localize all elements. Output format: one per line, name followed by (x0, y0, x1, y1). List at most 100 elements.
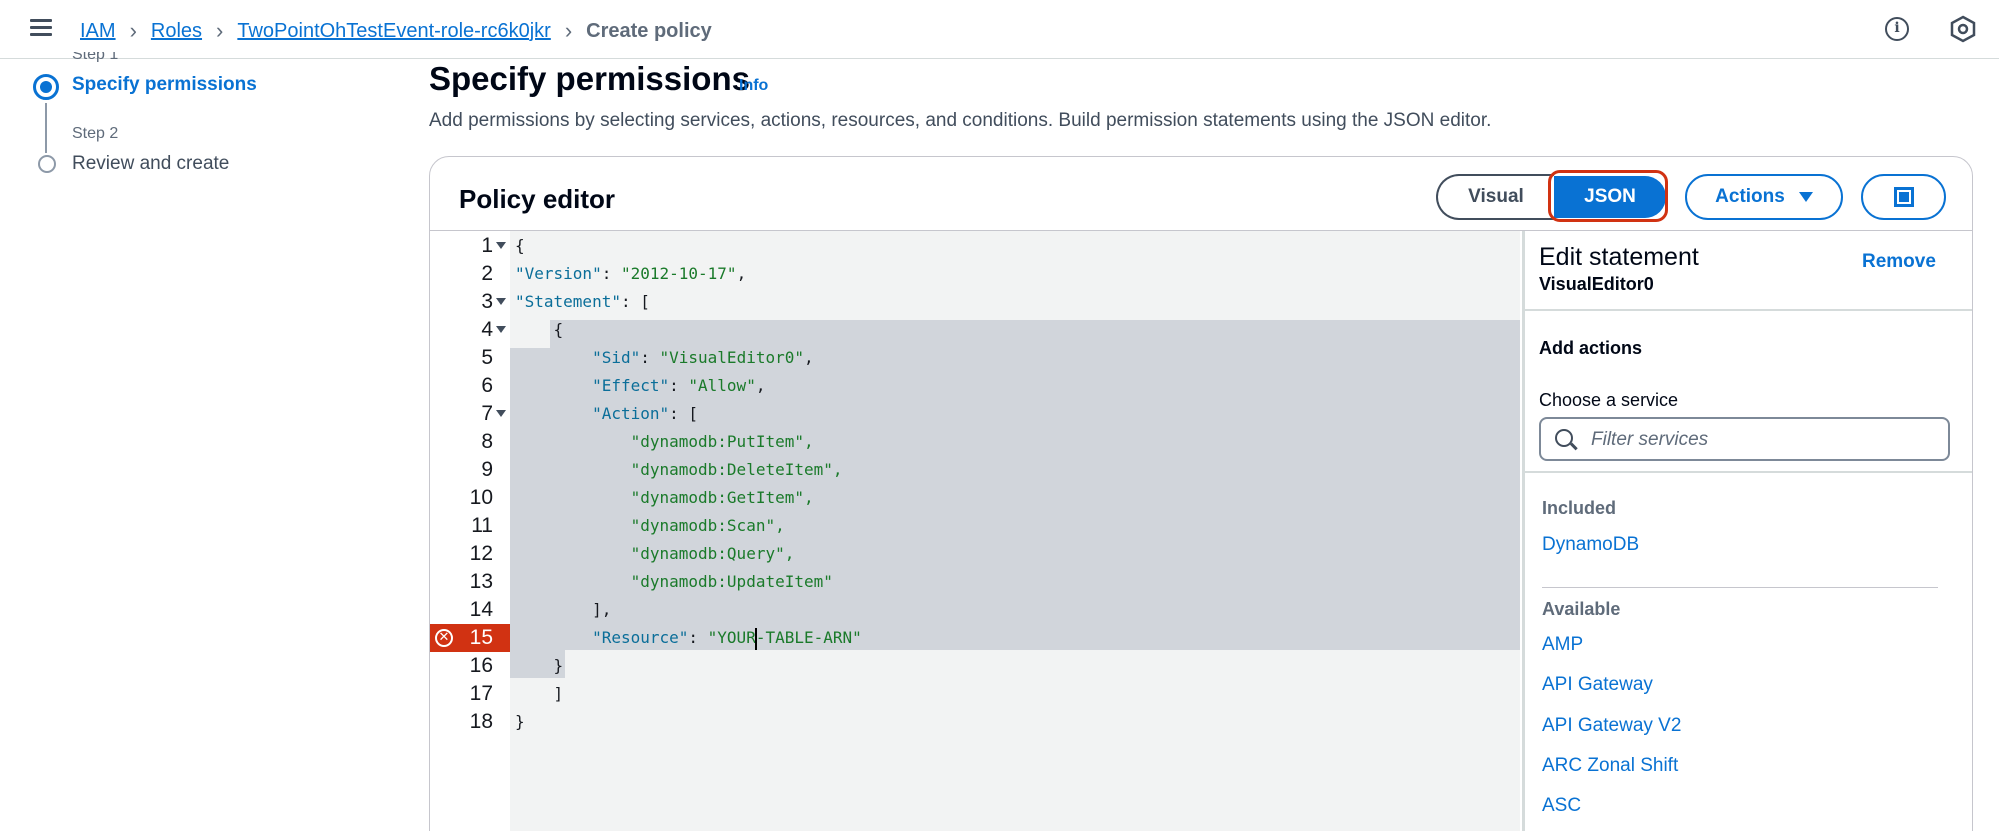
code-text: "dynamodb:GetItem", (515, 488, 814, 507)
code-line: 4 { (430, 316, 1520, 344)
code-line: 7 "Action": [ (430, 400, 1520, 428)
toggle-panel-button[interactable] (1861, 174, 1946, 220)
line-number: 6 (481, 374, 493, 397)
service-dynamodb[interactable]: DynamoDB (1542, 534, 1639, 556)
step2-label: Review and create (72, 153, 230, 174)
statement-sid: VisualEditor0 (1539, 274, 1654, 294)
policy-editor-title: Policy editor (459, 184, 616, 214)
breadcrumb-role[interactable]: TwoPointOhTestEvent-role-rc6k0jkr (237, 20, 550, 43)
error-icon[interactable]: ✕ (435, 629, 453, 647)
line-number: 2 (481, 262, 493, 285)
code-text: ] (515, 684, 564, 703)
line-number: 10 (469, 486, 493, 509)
page-description: Add permissions by selecting services, a… (429, 110, 1492, 131)
divider (1542, 587, 1938, 588)
line-number: 11 (471, 514, 493, 537)
text-cursor (754, 627, 757, 650)
code-text: "Action": [ (592, 404, 699, 423)
actions-dropdown-button[interactable]: Actions (1685, 174, 1843, 220)
code-line-error: 15 ✕ "Resource": "YOUR-TABLE-ARN" (430, 624, 1520, 652)
line-number: 12 (469, 542, 493, 565)
code-line: 12 "dynamodb:Query", (430, 540, 1520, 568)
chevron-right-icon: › (216, 18, 224, 43)
line-number: 16 (469, 654, 493, 677)
code-line: 16 } (430, 652, 1520, 680)
step1-label[interactable]: Specify permissions (72, 74, 257, 96)
line-number: 5 (481, 346, 493, 369)
step1-active-indicator (33, 74, 59, 100)
code-text: "Resource": "YOUR-TABLE-ARN" (515, 624, 862, 652)
line-number: 4 (481, 318, 493, 341)
code-line: 17 ] (430, 680, 1520, 708)
step-connector (45, 103, 47, 153)
fold-arrow-icon[interactable] (496, 298, 506, 305)
line-number: 8 (481, 430, 493, 453)
code-line: 9 "dynamodb:DeleteItem", (430, 456, 1520, 484)
code-text: { (515, 236, 525, 255)
line-number: 7 (481, 402, 493, 425)
fold-arrow-icon[interactable] (496, 326, 506, 333)
code-text: "Effect": "Allow", (592, 376, 766, 395)
service-api-gateway[interactable]: API Gateway (1542, 674, 1653, 696)
info-icon[interactable]: i (1885, 17, 1909, 41)
breadcrumb: IAM › Roles › TwoPointOhTestEvent-role-r… (80, 18, 712, 44)
step2-caption: Step 2 (72, 125, 119, 142)
actions-label: Actions (1715, 186, 1785, 207)
divider (1525, 471, 1972, 473)
filter-services-input[interactable] (1591, 425, 1941, 455)
edit-statement-title: Edit statement (1539, 243, 1699, 271)
code-text: "Version": "2012-10-17", (515, 264, 747, 283)
divider (1525, 309, 1972, 311)
editor-mode-toggle: Visual JSON (1436, 170, 1672, 222)
line-number: 1 (481, 234, 493, 257)
code-text: } (515, 656, 564, 675)
service-arc-zonal-shift[interactable]: ARC Zonal Shift (1542, 755, 1678, 777)
service-amp[interactable]: AMP (1542, 634, 1583, 656)
line-number: 3 (481, 290, 493, 313)
policy-editor-container: Policy editor Visual JSON Actions 1 { 2 … (429, 156, 1973, 831)
top-navigation-bar: IAM › Roles › TwoPointOhTestEvent-role-r… (0, 0, 1999, 59)
fold-arrow-icon[interactable] (496, 410, 506, 417)
code-text: "dynamodb:UpdateItem" (515, 572, 833, 591)
code-text: "Statement": [ (515, 292, 650, 311)
breadcrumb-iam[interactable]: IAM (80, 20, 116, 43)
code-text: "Sid": "VisualEditor0", (592, 348, 814, 367)
line-number: 14 (469, 598, 493, 621)
code-line: 10 "dynamodb:GetItem", (430, 484, 1520, 512)
line-number: 17 (469, 682, 493, 705)
step1-caption: Step 1 (72, 52, 119, 62)
edit-statement-panel: Edit statement VisualEditor0 Remove Add … (1522, 231, 1972, 831)
code-line: 13 "dynamodb:UpdateItem" (430, 568, 1520, 596)
fold-arrow-icon[interactable] (496, 242, 506, 249)
code-text: } (515, 712, 525, 731)
code-text: "dynamodb:Scan", (515, 516, 785, 535)
settings-hex-icon[interactable] (1950, 15, 1976, 43)
service-asc[interactable]: ASC (1542, 795, 1581, 817)
menu-icon[interactable] (30, 19, 52, 37)
remove-statement-button[interactable]: Remove (1862, 251, 1936, 273)
breadcrumb-roles[interactable]: Roles (151, 20, 202, 43)
info-link[interactable]: Info (739, 77, 768, 95)
code-line: 8 "dynamodb:PutItem", (430, 428, 1520, 456)
step2-indicator (38, 155, 56, 173)
service-api-gateway-v2[interactable]: API Gateway V2 (1542, 715, 1681, 737)
line-number: 9 (481, 458, 493, 481)
code-line: 6 "Effect": "Allow", (430, 372, 1520, 400)
included-label: Included (1542, 498, 1617, 518)
visual-mode-button[interactable]: Visual (1436, 174, 1554, 220)
chevron-right-icon: › (129, 18, 137, 43)
filter-services-field (1539, 417, 1950, 461)
chevron-right-icon: › (564, 18, 573, 43)
code-line: 1 { (430, 232, 1520, 260)
caret-down-icon (1798, 192, 1813, 202)
search-icon (1555, 429, 1573, 447)
json-mode-button[interactable]: JSON (1554, 176, 1666, 218)
line-number: 18 (469, 710, 493, 733)
code-line: 14 ], (430, 596, 1520, 624)
code-text: "dynamodb:DeleteItem", (515, 460, 843, 479)
choose-service-label: Choose a service (1539, 390, 1679, 410)
code-line: 3 "Statement": [ (430, 288, 1520, 316)
line-number: 13 (469, 570, 493, 593)
code-line: 18 } (430, 708, 1520, 736)
panel-icon (1893, 187, 1914, 207)
